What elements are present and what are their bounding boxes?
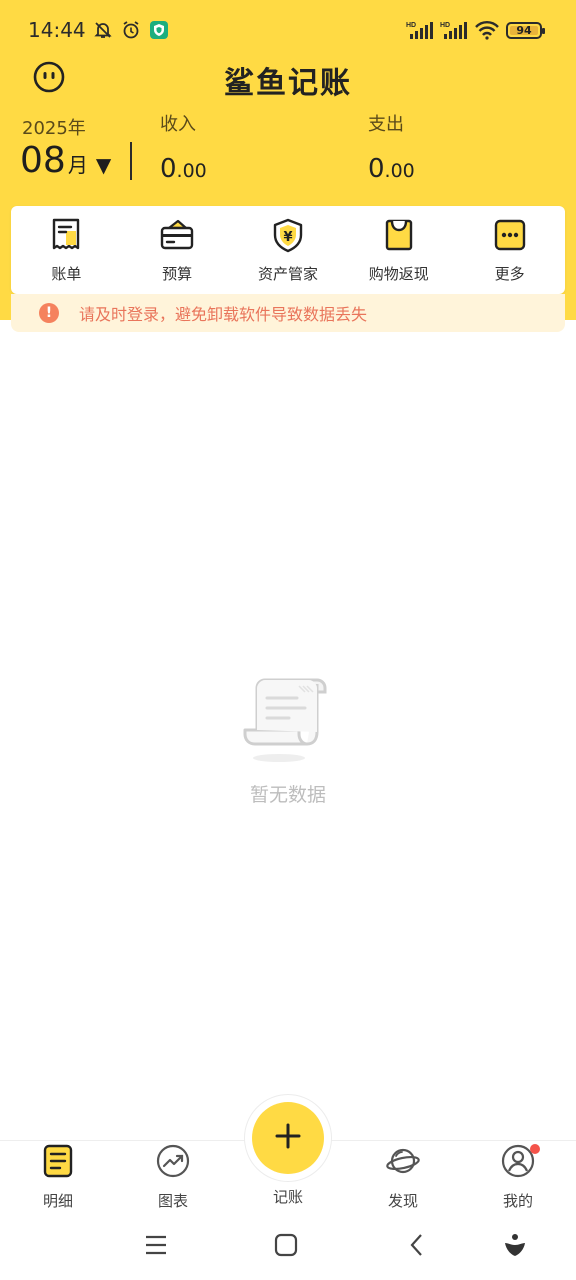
nav-item-chart[interactable]: 图表 (133, 1144, 213, 1211)
empty-state: 暂无数据 (0, 672, 576, 807)
bill-icon (49, 217, 83, 257)
hd-signal-icon: HD (406, 19, 434, 41)
assistant-icon[interactable] (500, 1230, 530, 1260)
expense-label: 支出 (368, 114, 404, 135)
status-time: 14:44 (28, 18, 86, 42)
quick-item-more[interactable]: 更多 (455, 217, 565, 284)
system-nav-bar (0, 1218, 576, 1274)
nav-label: 记账 (272, 1188, 303, 1206)
more-dots-icon (493, 217, 527, 257)
income-label: 收入 (160, 114, 196, 135)
nav-item-record[interactable]: 记账 (248, 1144, 328, 1207)
title-bar: 鲨鱼记账 (0, 56, 576, 101)
budget-wallet-icon (160, 217, 194, 257)
expense-summary: 支出 0.00 (368, 110, 415, 184)
menu-icon[interactable] (141, 1230, 171, 1260)
alert-icon: ! (39, 303, 59, 323)
chart-trend-icon (156, 1144, 190, 1182)
nav-label: 图表 (157, 1192, 188, 1210)
planet-icon (386, 1144, 420, 1182)
battery-level: 94 (516, 23, 532, 37)
quick-item-budget[interactable]: 预算 (122, 217, 232, 284)
battery-icon: 94 (506, 21, 545, 39)
month-value: 08 (20, 140, 66, 181)
quick-item-label: 账单 (51, 264, 82, 283)
detail-list-icon (41, 1144, 75, 1182)
quick-item-label: 资产管家 (257, 264, 318, 283)
quick-item-shopping[interactable]: 购物返现 (344, 217, 454, 284)
nav-item-detail[interactable]: 明细 (18, 1144, 98, 1211)
month-selector[interactable]: 08 月 ▼ (20, 140, 111, 181)
status-bar: 14:44 HD HD 94 (28, 14, 545, 46)
quick-item-bill[interactable]: 账单 (11, 217, 121, 284)
wifi-icon (474, 19, 500, 41)
income-value: 0.00 (160, 154, 207, 184)
svg-text:¥: ¥ (283, 230, 292, 245)
summary-divider (130, 142, 132, 180)
nav-item-mine[interactable]: 我的 (478, 1144, 558, 1211)
quick-item-label: 购物返现 (368, 264, 429, 283)
alarm-icon (120, 19, 142, 41)
quick-menu: 账单 预算 ¥ 资产管家 购物返现 更多 (11, 206, 565, 294)
shopping-bag-icon (382, 217, 416, 257)
vpn-shield-icon (148, 19, 170, 41)
income-summary: 收入 0.00 (160, 110, 207, 184)
back-icon[interactable] (402, 1230, 432, 1260)
svg-text:HD: HD (440, 22, 450, 29)
login-notice[interactable]: ! 请及时登录，避免卸载软件导致数据丢失 (11, 294, 565, 332)
asset-shield-icon: ¥ (271, 217, 305, 257)
notice-text: 请及时登录，避免卸载软件导致数据丢失 (79, 305, 368, 324)
hd-signal-icon: HD (440, 19, 468, 41)
nav-label: 明细 (42, 1192, 73, 1210)
quick-item-label: 更多 (494, 264, 525, 283)
empty-text: 暂无数据 (249, 784, 326, 806)
caret-down-icon: ▼ (95, 153, 112, 177)
nav-item-discover[interactable]: 发现 (363, 1144, 443, 1211)
year-label: 2025年 (22, 118, 86, 139)
notification-dot (530, 1144, 540, 1154)
quick-item-label: 预算 (162, 264, 193, 283)
home-icon[interactable] (271, 1230, 301, 1260)
mute-bell-icon (92, 19, 114, 41)
nav-label: 我的 (502, 1192, 533, 1210)
month-unit: 月 (67, 153, 88, 177)
svg-text:HD: HD (406, 22, 416, 29)
expense-value: 0.00 (368, 154, 415, 184)
quick-item-assets[interactable]: ¥ 资产管家 (233, 217, 343, 284)
app-title: 鲨鱼记账 (224, 66, 352, 101)
empty-receipt-icon (243, 672, 333, 772)
nav-label: 发现 (387, 1192, 418, 1210)
